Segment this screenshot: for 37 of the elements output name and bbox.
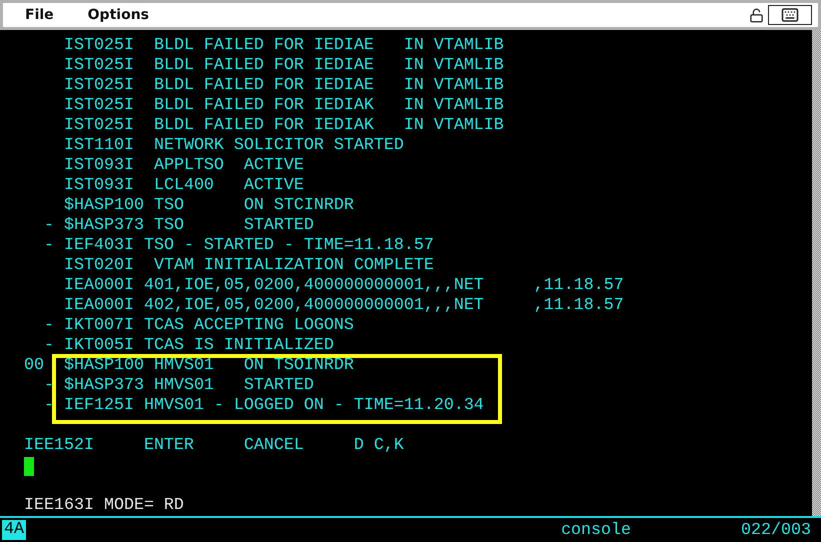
mode-message: IEE163I MODE= RD <box>24 496 184 516</box>
console-message: IEA000I 401,IOE,05,0200,400000000001,,,NET ,11.18.57 <box>64 276 624 296</box>
message-prefix: - <box>44 336 54 356</box>
console-message: $HASP100 HMVS01 ON TSOINRDR <box>64 356 354 376</box>
menu-item[interactable]: Options <box>88 7 149 23</box>
console-message: IEA000I 402,IOE,05,0200,400000000001,,,NET ,11.18.57 <box>64 296 624 316</box>
message-prefix: - <box>44 396 54 416</box>
menu-item[interactable]: File <box>25 7 54 23</box>
console-message: IST025I BLDL FAILED FOR IEDIAE IN VTAMLIB <box>64 76 504 96</box>
console-message: $HASP373 TSO STARTED <box>64 216 314 236</box>
message-prefix: - <box>44 236 54 256</box>
console-message: $HASP373 HMVS01 STARTED <box>64 376 314 396</box>
console-message: IKT007I TCAS ACCEPTING LOGONS <box>64 316 354 336</box>
console-message: IST025I BLDL FAILED FOR IEDIAE IN VTAMLIB <box>64 36 504 56</box>
console-message: IST020I VTAM INITIALIZATION COMPLETE <box>64 256 434 276</box>
text-cursor <box>24 456 34 476</box>
message-prefix: - <box>44 376 54 396</box>
message-prefix: - <box>44 316 54 336</box>
console-message: IST110I NETWORK SOLICITOR STARTED <box>64 136 404 156</box>
console-message: IST025I BLDL FAILED FOR IEDIAK IN VTAMLIB <box>64 116 504 136</box>
console-message: IKT005I TCAS IS INITIALIZED <box>64 336 334 356</box>
console-prompt: IEE152I ENTER CANCEL D C,K <box>24 436 404 456</box>
status-indicator: 4A <box>2 520 26 540</box>
message-prefix: 00 <box>24 356 44 376</box>
cursor-position: 022/003 <box>741 520 811 540</box>
console-message: IST093I APPLTSO ACTIVE <box>64 156 304 176</box>
console-message: IST025I BLDL FAILED FOR IEDIAE IN VTAMLIB <box>64 56 504 76</box>
session-name: console <box>561 520 632 540</box>
console-message: IST093I LCL400 ACTIVE <box>64 176 304 196</box>
unlock-icon[interactable] <box>749 8 764 22</box>
console-message: IST025I BLDL FAILED FOR IEDIAK IN VTAMLIB <box>64 96 504 116</box>
console-message: $HASP100 TSO ON STCINRDR <box>64 196 354 216</box>
keyboard-icon[interactable] <box>768 5 812 25</box>
console-message: IEF125I HMVS01 - LOGGED ON - TIME=11.20.34 <box>64 396 484 416</box>
scrollbar[interactable] <box>812 30 821 516</box>
console-message: IEF403I TSO - STARTED - TIME=11.18.57 <box>64 236 434 256</box>
message-prefix: - <box>44 216 54 236</box>
